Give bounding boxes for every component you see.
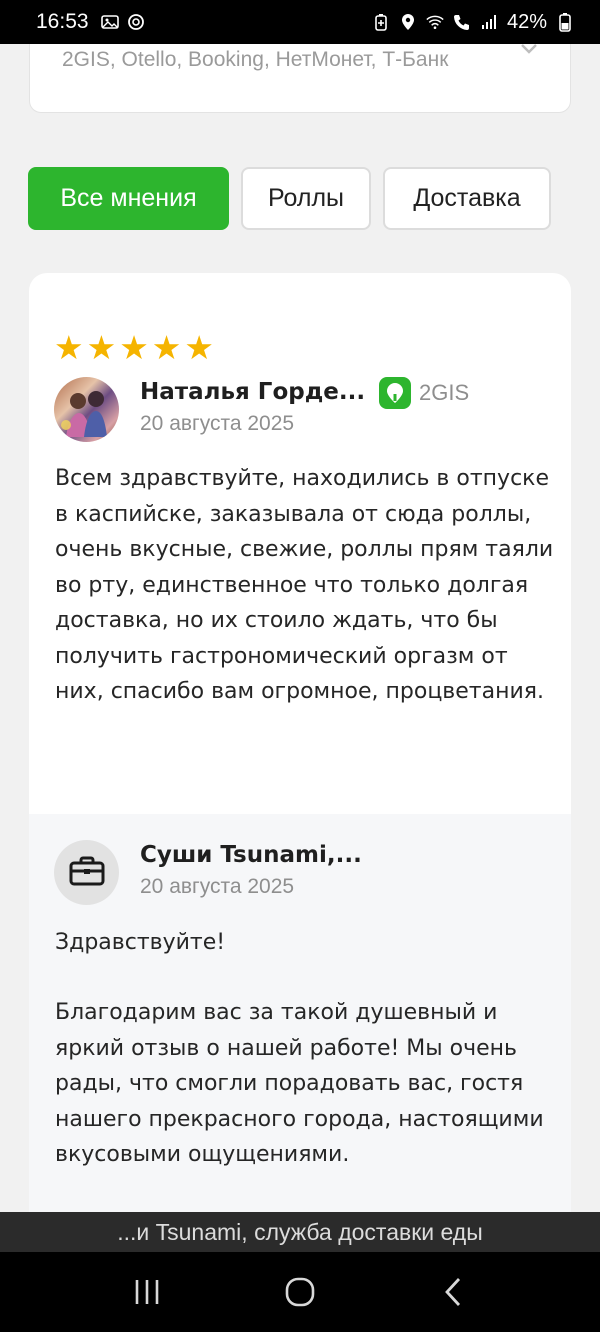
battery-icon (556, 13, 574, 32)
star-icon: ★ (86, 328, 117, 367)
business-name: Суши Tsunami,... (140, 842, 362, 868)
filter-delivery[interactable]: Доставка (383, 167, 551, 230)
review-text: Всем здравствуйте, находились в отпуске … (55, 466, 554, 704)
notification-icons (100, 13, 145, 31)
battery-percent: 42% (506, 10, 547, 33)
2gis-logo-icon (379, 377, 411, 409)
location-icon (399, 13, 417, 31)
recent-apps-icon (135, 1280, 158, 1304)
review-author-name[interactable]: Наталья Горде... (140, 379, 365, 405)
review-source-badge: 2GIS (379, 377, 469, 409)
gallery-notification-icon (100, 13, 119, 31)
star-icon: ★ (119, 328, 149, 367)
signal-icon (480, 13, 498, 31)
app-title-bar[interactable]: ...и Tsunami, служба доставки еды (0, 1212, 600, 1252)
review-filter-tabs: Все мнения Роллы Доставка (28, 167, 551, 230)
business-reply: Суши Tsunami,... 20 августа 2025 Здравст… (29, 814, 571, 1233)
review-date: 20 августа 2025 (140, 412, 295, 435)
recent-apps-button[interactable] (117, 1262, 177, 1322)
battery-saver-icon (372, 13, 390, 31)
review-sources-text: 2GIS, Otello, Booking, НетМонет, Т-Банк (62, 48, 449, 71)
star-icon: ★ (54, 328, 84, 367)
review-card: ★ ★ ★ ★ ★ Наталья Горде... 20 августа 20… (29, 273, 571, 1233)
review-source-name: 2GIS (419, 380, 470, 405)
call-icon (453, 13, 471, 31)
star-icon: ★ (151, 328, 182, 367)
rating-stars: ★ ★ ★ ★ ★ (54, 330, 214, 366)
chat-notification-icon (127, 13, 145, 31)
home-button[interactable] (270, 1262, 330, 1322)
star-icon: ★ (184, 328, 214, 367)
back-icon (445, 1278, 461, 1306)
status-bar: 16:53 42% (0, 0, 600, 44)
author-avatar[interactable] (54, 377, 119, 442)
system-navigation-bar (0, 1252, 600, 1332)
reply-date: 20 августа 2025 (140, 875, 295, 898)
back-button[interactable] (423, 1262, 483, 1322)
business-avatar (54, 840, 119, 905)
chevron-down-icon (520, 40, 538, 59)
review-sources-selector[interactable]: 2GIS, Otello, Booking, НетМонет, Т-Банк (29, 44, 571, 113)
home-icon (285, 1277, 315, 1307)
briefcase-icon (69, 856, 105, 890)
reply-text: Благодарим вас за такой душевный и яркий… (55, 1000, 544, 1167)
wifi-icon (426, 13, 444, 31)
filter-rolls[interactable]: Роллы (241, 167, 371, 230)
status-time: 16:53 (36, 10, 89, 33)
reply-greeting: Здравствуйте! (55, 930, 226, 955)
filter-all-reviews[interactable]: Все мнения (28, 167, 229, 230)
